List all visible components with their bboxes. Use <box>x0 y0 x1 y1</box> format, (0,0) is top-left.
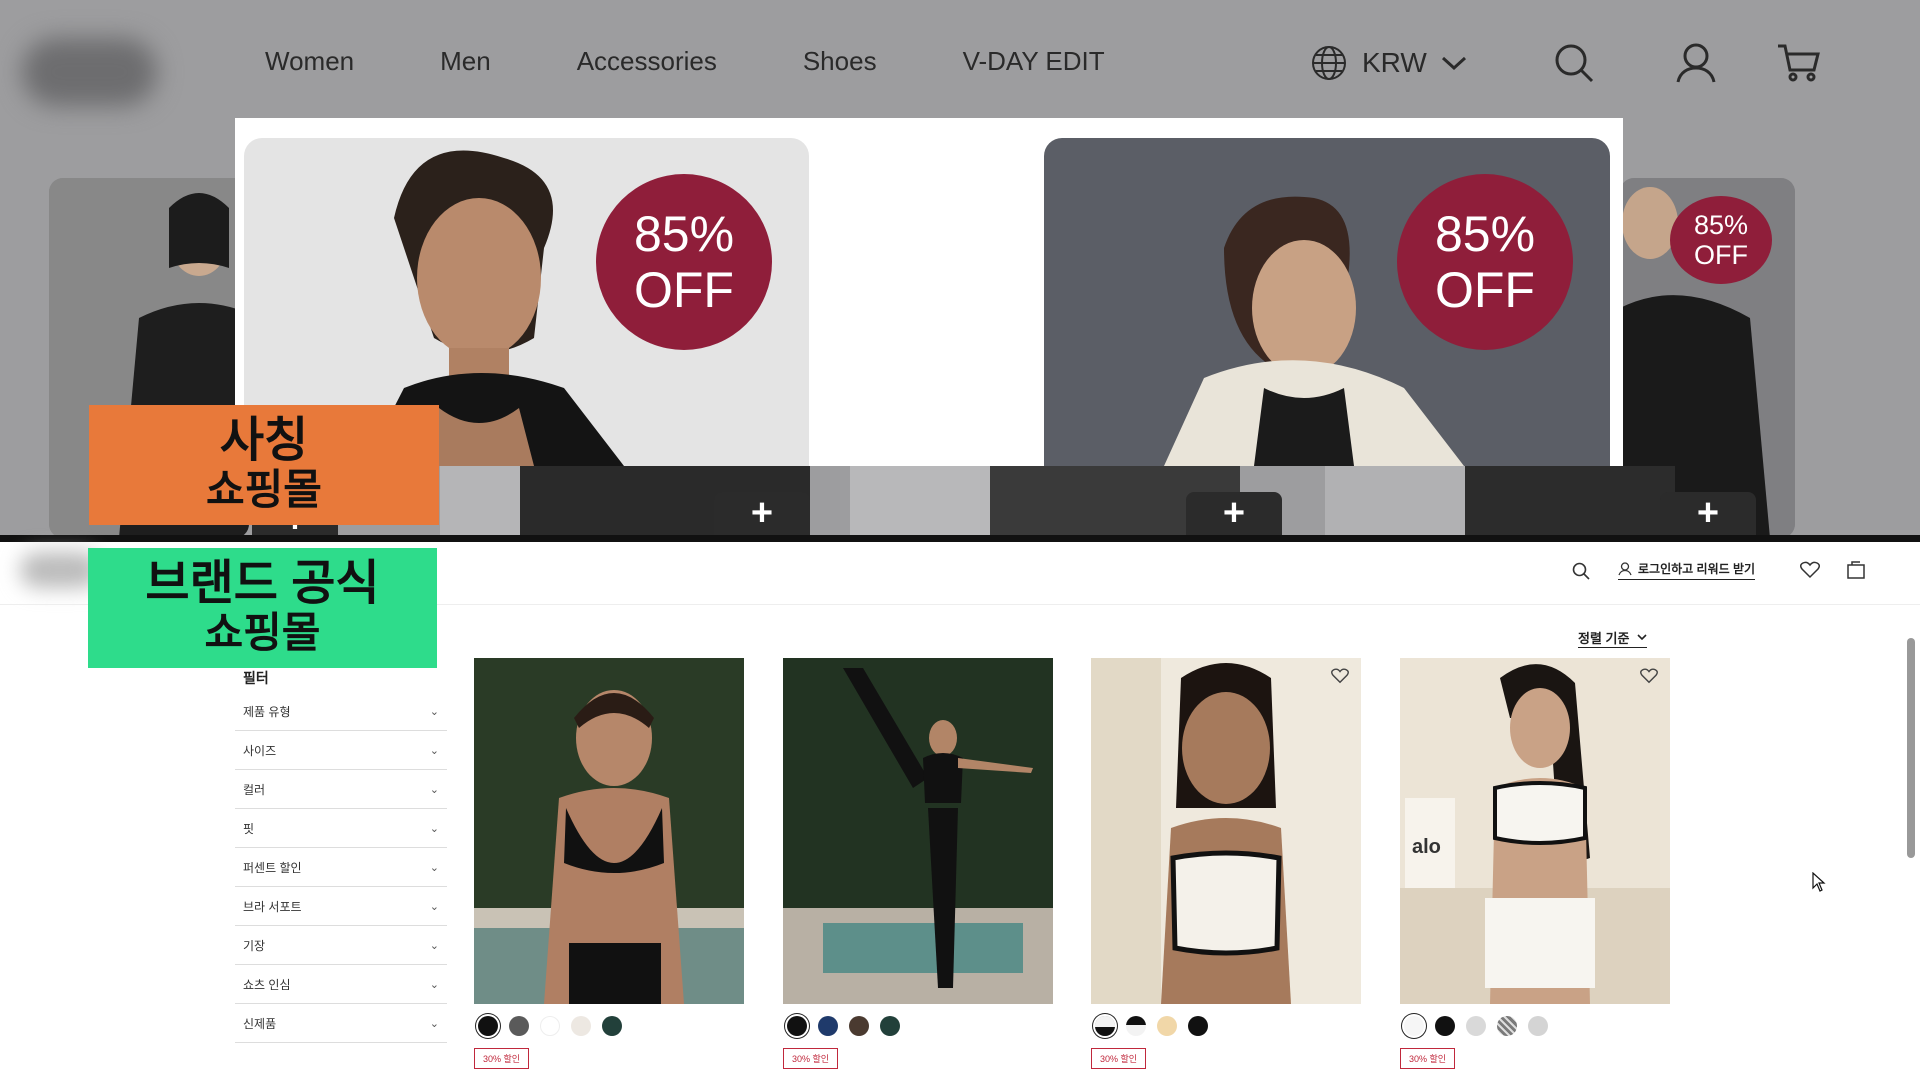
plus-icon[interactable]: + <box>1660 492 1756 535</box>
product-image[interactable] <box>1091 658 1361 1004</box>
mouse-cursor-icon <box>1812 872 1826 892</box>
plus-icon[interactable]: + <box>714 492 810 535</box>
filter-product-type[interactable]: 제품 유형 ⌄ <box>235 692 447 731</box>
color-swatches <box>474 1016 744 1036</box>
chevron-down-icon <box>1637 634 1648 641</box>
filter-percent-off[interactable]: 퍼센트 할인 ⌄ <box>235 848 447 887</box>
user-icon[interactable] <box>1675 42 1717 84</box>
nav-accessories[interactable]: Accessories <box>577 46 717 77</box>
color-swatch[interactable] <box>1095 1016 1115 1036</box>
scrollbar[interactable] <box>1907 638 1915 858</box>
filter-title: 필터 <box>243 670 269 686</box>
currency-label: KRW <box>1362 47 1427 78</box>
filter-shorts-inseam[interactable]: 쇼츠 인심 ⌄ <box>235 965 447 1004</box>
filter-bra-support[interactable]: 브라 서포트 ⌄ <box>235 887 447 926</box>
nav-men[interactable]: Men <box>440 46 491 77</box>
color-swatch[interactable] <box>571 1016 591 1036</box>
chevron-down-icon: ⌄ <box>429 705 439 718</box>
color-swatch[interactable] <box>1157 1016 1177 1036</box>
sale-tag: 30% 할인 <box>1091 1048 1147 1069</box>
scam-site-label: 사칭 쇼핑몰 <box>89 405 439 525</box>
photo-strip <box>850 466 990 535</box>
filter-list: 제품 유형 ⌄ 사이즈 ⌄ 컬러 ⌄ 핏 ⌄ 퍼센트 할인 ⌄ 브라 서포트 ⌄ 기장 ⌄ 쇼… <box>235 692 447 1043</box>
color-swatch[interactable] <box>1126 1016 1146 1036</box>
color-swatch[interactable] <box>1497 1016 1517 1036</box>
discount-badge: 85% OFF <box>1397 174 1573 350</box>
color-swatch[interactable] <box>880 1016 900 1036</box>
chevron-down-icon: ⌄ <box>429 783 439 796</box>
filter-color[interactable]: 컬러 ⌄ <box>235 770 447 809</box>
product-card[interactable]: alo 30% 할인 <box>1400 658 1670 1069</box>
promo-image-2[interactable]: 85% OFF <box>1044 138 1610 466</box>
discount-badge: 85% OFF <box>1670 196 1772 284</box>
nav-shoes[interactable]: Shoes <box>803 46 877 77</box>
filter-fit[interactable]: 핏 ⌄ <box>235 809 447 848</box>
chevron-down-icon: ⌄ <box>429 861 439 874</box>
color-swatch[interactable] <box>540 1016 560 1036</box>
color-swatch[interactable] <box>787 1016 807 1036</box>
plus-icon[interactable]: + <box>1186 492 1282 535</box>
product-image[interactable]: alo <box>1400 658 1670 1004</box>
bag-icon[interactable] <box>1847 559 1865 579</box>
discount-badge: 85% OFF <box>596 174 772 350</box>
chevron-down-icon: ⌄ <box>429 939 439 952</box>
product-card[interactable]: 30% 할인 <box>1091 658 1361 1069</box>
color-swatch[interactable] <box>818 1016 838 1036</box>
chevron-down-icon: ⌄ <box>429 900 439 913</box>
chevron-down-icon <box>1441 56 1466 71</box>
official-site-label: 브랜드 공식 쇼핑몰 <box>88 548 437 668</box>
chevron-down-icon: ⌄ <box>429 822 439 835</box>
color-swatches <box>783 1016 1053 1036</box>
product-card[interactable]: 30% 할인 <box>783 658 1053 1069</box>
filter-new[interactable]: 신제품 ⌄ <box>235 1004 447 1043</box>
main-nav: Women Men Accessories Shoes V-DAY EDIT <box>265 46 1105 77</box>
color-swatches <box>1400 1016 1670 1036</box>
sale-tag: 30% 할인 <box>1400 1048 1456 1069</box>
svg-text:alo: alo <box>1412 836 1441 858</box>
sale-tag: 30% 할인 <box>783 1048 839 1069</box>
sort-dropdown[interactable]: 정렬 기준 <box>1578 628 1648 648</box>
search-icon[interactable] <box>1572 562 1590 580</box>
color-swatches <box>1091 1016 1361 1036</box>
color-swatch[interactable] <box>1188 1016 1208 1036</box>
cart-icon[interactable] <box>1776 42 1820 82</box>
color-swatch[interactable] <box>849 1016 869 1036</box>
split-divider <box>0 535 1920 542</box>
heart-icon[interactable] <box>1640 668 1658 684</box>
product-image[interactable] <box>474 658 744 1004</box>
product-image[interactable] <box>783 658 1053 1004</box>
color-swatch[interactable] <box>602 1016 622 1036</box>
chevron-down-icon: ⌄ <box>429 1017 439 1030</box>
color-swatch[interactable] <box>1435 1016 1455 1036</box>
nav-vday-edit[interactable]: V-DAY EDIT <box>963 46 1105 77</box>
color-swatch[interactable] <box>478 1016 498 1036</box>
color-swatch[interactable] <box>1528 1016 1548 1036</box>
user-icon <box>1618 561 1632 575</box>
color-swatch[interactable] <box>1466 1016 1486 1036</box>
filter-size[interactable]: 사이즈 ⌄ <box>235 731 447 770</box>
blurred-logo <box>22 38 157 106</box>
filter-length[interactable]: 기장 ⌄ <box>235 926 447 965</box>
chevron-down-icon: ⌄ <box>429 978 439 991</box>
product-card[interactable]: 30% 할인 <box>474 658 744 1069</box>
photo-strip <box>1325 466 1465 535</box>
globe-icon <box>1312 46 1346 80</box>
heart-icon[interactable] <box>1800 561 1820 579</box>
color-swatch[interactable] <box>509 1016 529 1036</box>
search-icon[interactable] <box>1553 42 1595 84</box>
currency-selector[interactable]: KRW <box>1310 44 1467 82</box>
nav-women[interactable]: Women <box>265 46 354 77</box>
photo-strip <box>1465 466 1675 535</box>
chevron-down-icon: ⌄ <box>429 744 439 757</box>
sale-tag: 30% 할인 <box>474 1048 530 1069</box>
login-rewards-link[interactable]: 로그인하고 리워드 받기 <box>1618 560 1756 580</box>
photo-strip <box>440 466 520 535</box>
color-swatch[interactable] <box>1404 1016 1424 1036</box>
heart-icon[interactable] <box>1331 668 1349 684</box>
